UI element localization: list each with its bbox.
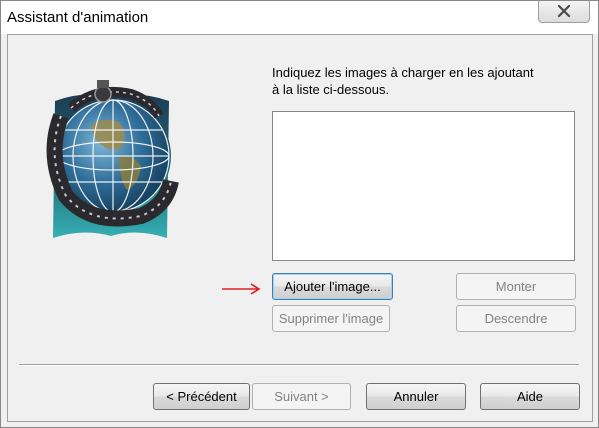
instructions-text: Indiquez les images à charger en les ajo… (272, 64, 572, 98)
image-list-box[interactable] (272, 111, 575, 261)
add-image-button[interactable]: Ajouter l'image... (272, 273, 393, 300)
window-title: Assistant d'animation (7, 9, 149, 26)
move-up-button[interactable]: Monter (456, 273, 576, 300)
remove-image-button[interactable]: Supprimer l'image (272, 305, 390, 332)
move-down-button[interactable]: Descendre (456, 305, 576, 332)
instructions-line-1: Indiquez les images à charger en les ajo… (272, 65, 534, 80)
globe-film-logo (46, 80, 179, 238)
previous-button[interactable]: < Précédent (153, 383, 250, 410)
next-button[interactable]: Suivant > (252, 383, 351, 410)
cancel-button[interactable]: Annuler (366, 383, 466, 410)
close-icon (557, 5, 571, 17)
red-arrow-annotation (222, 283, 261, 295)
title-bar: Assistant d'animation (1, 1, 598, 34)
instructions-line-2: à la liste ci-dessous. (272, 82, 390, 97)
footer-divider (19, 364, 579, 366)
help-button[interactable]: Aide (480, 383, 580, 410)
close-button[interactable] (538, 1, 590, 23)
animation-wizard-window: Assistant d'animation Indiquez les image… (0, 0, 599, 428)
